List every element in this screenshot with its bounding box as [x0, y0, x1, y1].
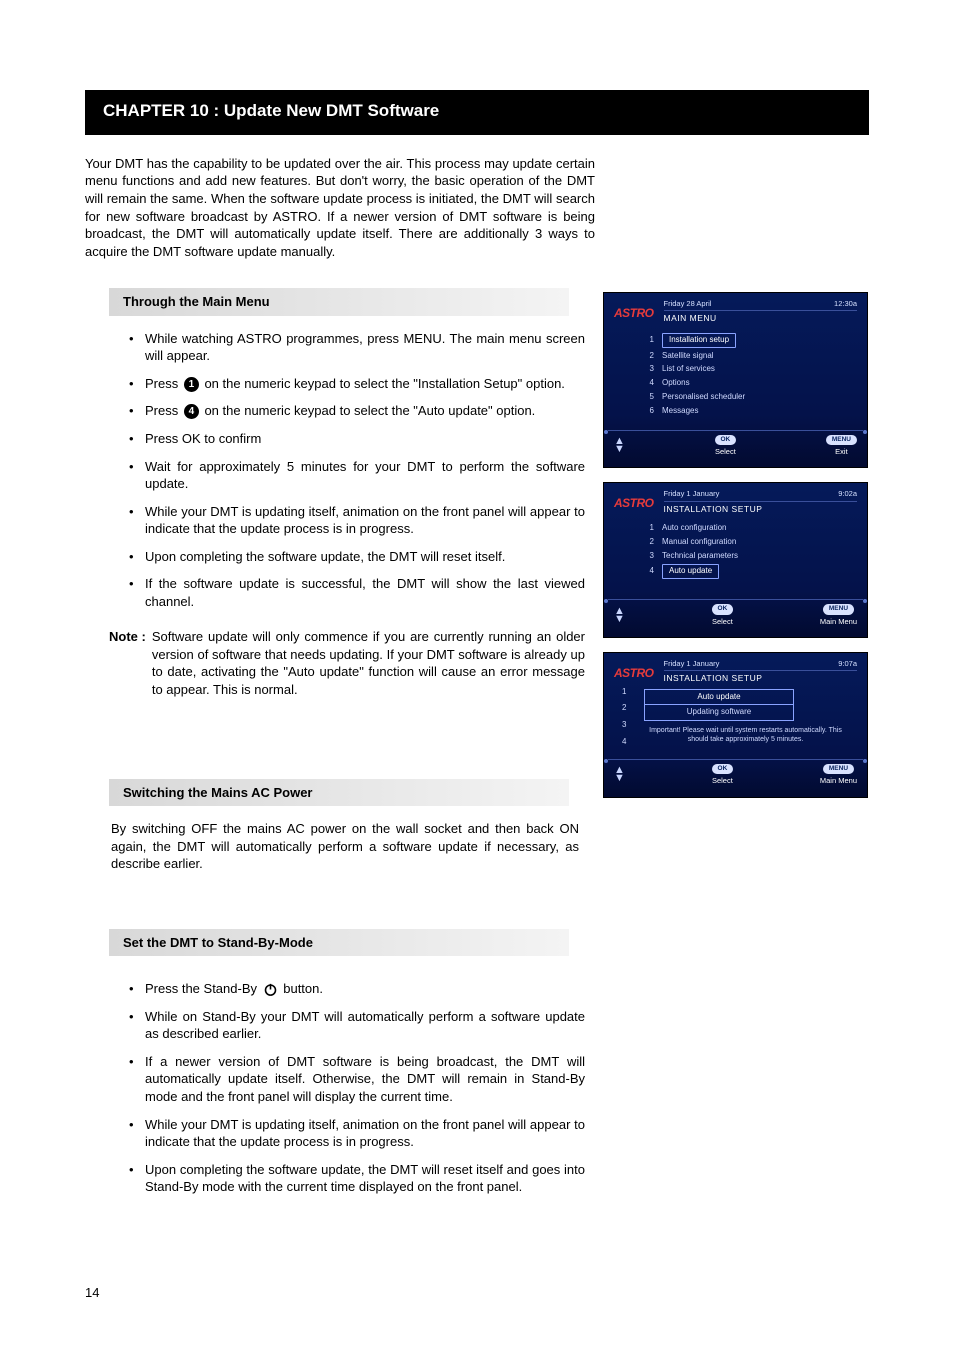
section-title-main-menu: Through the Main Menu	[109, 288, 569, 316]
step-item: Upon completing the software update, the…	[131, 548, 585, 566]
step-item: While on Stand-By your DMT will automati…	[131, 1008, 585, 1043]
keypad-1-icon: 1	[184, 377, 199, 392]
note-text: Software update will only commence if yo…	[152, 628, 585, 698]
tv3-date: Friday 1 January	[664, 659, 720, 669]
step-item: While your DMT is updating itself, anima…	[131, 503, 585, 538]
step-item: Press OK to confirm	[131, 430, 585, 448]
tv-screen-main-menu: ASTRO Friday 28 April 12:30a MAIN MENU 1…	[603, 292, 868, 468]
astro-logo: ASTRO	[614, 495, 654, 511]
menu-button-hint: MENU Main Menu	[820, 764, 857, 787]
step-item: Press the Stand-By button.	[131, 980, 585, 998]
tv-menu-item: 1Auto configuration	[644, 523, 857, 534]
tv-menu-item: 4Auto update	[644, 564, 857, 579]
tv2-time: 9:02a	[838, 489, 857, 499]
tv-menu-item: 1Installation setup	[644, 333, 857, 348]
note-label: Note :	[109, 628, 146, 698]
step-item: If a newer version of DMT software is be…	[131, 1053, 585, 1106]
tv1-title: MAIN MENU	[664, 310, 858, 324]
step-item: Press 4 on the numeric keypad to select …	[131, 402, 585, 420]
tv3-title: INSTALLATION SETUP	[664, 670, 858, 684]
tv3-popup-header: Auto update	[645, 690, 793, 706]
intro-paragraph: Your DMT has the capability to be update…	[85, 155, 595, 260]
tv2-menu-list: 1Auto configuration 2Manual configuration…	[604, 515, 867, 593]
tv1-menu-list: 1Installation setup 2Satellite signal 3Lis…	[604, 325, 867, 424]
keypad-4-icon: 4	[184, 404, 199, 419]
step-item: If the software update is successful, th…	[131, 575, 585, 610]
main-menu-steps: While watching ASTRO programmes, press M…	[109, 330, 585, 611]
menu-button-hint: MENU Main Menu	[820, 604, 857, 627]
power-icon	[263, 982, 278, 997]
tv2-footer: ▲▼ OK Select MENU Main Menu	[608, 599, 863, 633]
note-block: Note : Software update will only commenc…	[109, 628, 585, 698]
tv-menu-item: 2Manual configuration	[644, 537, 857, 548]
tv3-side-numbers: 1234	[622, 687, 626, 748]
ac-power-text: By switching OFF the mains AC power on t…	[109, 820, 579, 873]
tv3-footer: ▲▼ OK Select MENU Main Menu	[608, 759, 863, 793]
tv-menu-item: 3List of services	[644, 364, 857, 375]
tv3-warning: Important! Please wait until system rest…	[644, 727, 847, 745]
tv1-footer: ▲▼ OK Select MENU Exit	[608, 430, 863, 464]
tv1-time: 12:30a	[834, 299, 857, 309]
tv-menu-item: 4Options	[644, 378, 857, 389]
chapter-title-bar: CHAPTER 10 : Update New DMT Software	[85, 90, 869, 135]
updown-arrows-icon: ▲▼	[614, 608, 625, 623]
tv-menu-item: 5Personalised scheduler	[644, 392, 857, 403]
standby-steps: Press the Stand-By button. While on Stand…	[109, 980, 585, 1195]
astro-logo: ASTRO	[614, 305, 654, 321]
step-item: Wait for approximately 5 minutes for you…	[131, 458, 585, 493]
tv-screen-updating: ASTRO Friday 1 January 9:07a INSTALLATIO…	[603, 652, 868, 798]
tv3-time: 9:07a	[838, 659, 857, 669]
tv2-title: INSTALLATION SETUP	[664, 501, 858, 515]
ok-pill: OK	[715, 435, 737, 446]
step-item: Press 1 on the numeric keypad to select …	[131, 375, 585, 393]
step-item: While watching ASTRO programmes, press M…	[131, 330, 585, 365]
ok-button-hint: OK Select	[712, 764, 734, 787]
section-title-ac-power: Switching the Mains AC Power	[109, 779, 569, 807]
tv-screenshots-column: ASTRO Friday 28 April 12:30a MAIN MENU 1…	[603, 288, 868, 1214]
page-number: 14	[85, 1284, 869, 1302]
ok-button-hint: OK Select	[715, 435, 737, 458]
section-standby: Set the DMT to Stand-By-Mode Press the S…	[109, 929, 585, 1196]
section-main-menu: Through the Main Menu While watching AST…	[109, 288, 585, 698]
updown-arrows-icon: ▲▼	[614, 438, 625, 453]
menu-pill: MENU	[826, 435, 857, 446]
astro-logo: ASTRO	[614, 665, 654, 681]
updown-arrows-icon: ▲▼	[614, 767, 625, 782]
tv-menu-item: 2Satellite signal	[644, 351, 857, 362]
step-item: Upon completing the software update, the…	[131, 1161, 585, 1196]
section-ac-power: Switching the Mains AC Power By switchin…	[109, 779, 585, 873]
tv3-popup-msg: Updating software	[645, 705, 793, 720]
chapter-title: CHAPTER 10 : Update New DMT Software	[103, 100, 851, 123]
tv1-date: Friday 28 April	[664, 299, 712, 309]
tv3-popup: Auto update Updating software	[644, 689, 794, 722]
menu-button-hint: MENU Exit	[826, 435, 857, 458]
step-item: While your DMT is updating itself, anima…	[131, 1116, 585, 1151]
ok-button-hint: OK Select	[712, 604, 734, 627]
tv-menu-item: 6Messages	[644, 406, 857, 417]
tv3-panel: Auto update Updating software Important!…	[604, 685, 867, 753]
tv2-date: Friday 1 January	[664, 489, 720, 499]
section-title-standby: Set the DMT to Stand-By-Mode	[109, 929, 569, 957]
tv-menu-item: 3Technical parameters	[644, 551, 857, 562]
tv-screen-install-setup: ASTRO Friday 1 January 9:02a INSTALLATIO…	[603, 482, 868, 637]
